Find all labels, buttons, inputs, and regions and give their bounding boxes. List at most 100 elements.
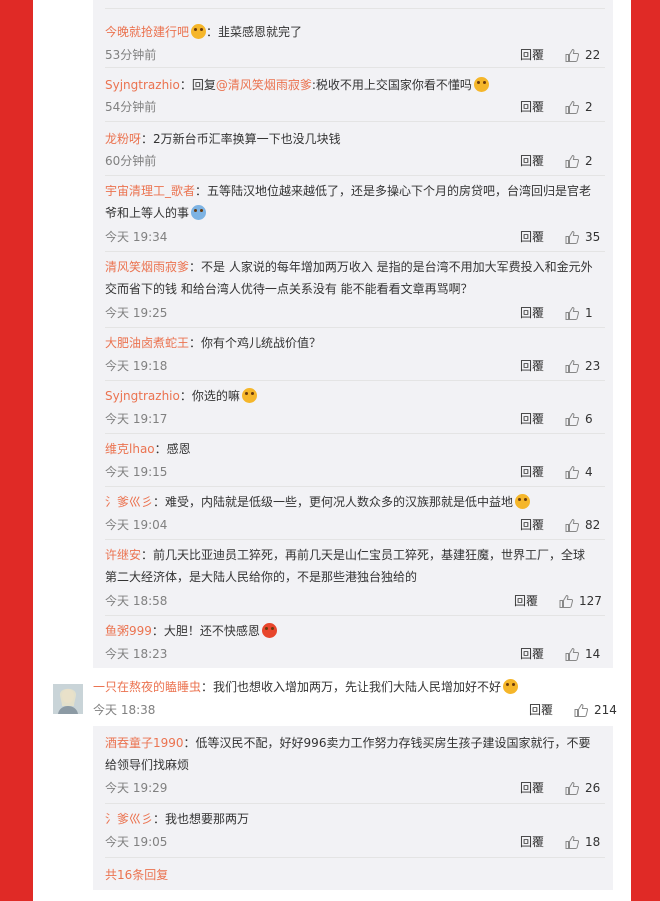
comment-username[interactable]: 一只在熬夜的瞌睡虫 <box>93 680 201 694</box>
reply-item: 清风笑烟雨寂爹：不是 人家说的每年增加两万收入 是指的是台湾不用加大军费投入和金… <box>105 251 605 328</box>
thumbs-up-icon <box>565 230 579 244</box>
reply-username[interactable]: 宇宙清理工_歌者 <box>105 184 195 198</box>
reply-username[interactable]: 大肥油卤煮蛇王 <box>105 336 189 350</box>
reply-item: Syjngtrazhio：回复@清风笑烟雨寂爹:税收不用上交国家你看不懂吗 54… <box>105 67 605 122</box>
reply-time: 今天 19:05 <box>105 835 168 849</box>
reply-username[interactable]: 氵爹巛彡 <box>105 812 153 826</box>
reply-time: 今天 19:18 <box>105 359 168 373</box>
reply-username[interactable]: 今晚就抢建行吧 <box>105 25 189 39</box>
reply-item: 许继安：前几天比亚迪员工猝死，再前几天是山仁宝员工猝死，基建狂魔，世界工厂，全球… <box>105 539 605 616</box>
reply-footer: 共16条回复 <box>105 857 605 890</box>
like-count: 26 <box>585 781 601 795</box>
thumbs-up-icon <box>565 781 579 795</box>
reply-item: 氵爹巛彡：我也想要那两万 今天 19:05 回覆 18 <box>105 803 605 857</box>
reply-time: 54分钟前 <box>105 100 157 114</box>
like-button[interactable]: 2 <box>565 97 593 117</box>
reply-item: 维克lhao：感恩 今天 19:15 回覆 4 <box>105 433 605 487</box>
like-button[interactable]: 2 <box>565 151 593 171</box>
reply-item: 氵爹巛彡：难受，内陆就是低级一些，更何况人数众多的汉族那就是低中益地 今天 19… <box>105 486 605 540</box>
reply-username[interactable]: 酒吞童子1990 <box>105 736 184 750</box>
reply-username[interactable]: 维克lhao <box>105 442 155 456</box>
reply-item: 宇宙清理工_歌者：五等陆汉地位越来越低了，还是多操心下个月的房贷吧，台湾回归是官… <box>105 175 605 252</box>
like-button[interactable]: 6 <box>565 409 593 429</box>
like-count: 82 <box>585 518 601 532</box>
reply-time: 今天 19:17 <box>105 412 168 426</box>
reply-button[interactable]: 回覆 <box>520 515 544 535</box>
like-button[interactable]: 82 <box>565 515 600 535</box>
comment-time: 今天 18:38 <box>93 703 156 717</box>
emoji-laugh-icon <box>191 24 207 39</box>
reply-username[interactable]: 许继安 <box>105 548 141 562</box>
like-button[interactable]: 22 <box>565 45 600 65</box>
reply-button[interactable]: 回覆 <box>520 356 544 376</box>
reply-item: 龙粉呀：2万新台币汇率换算一下也没几块钱 60分钟前 回覆 2 <box>105 121 605 176</box>
like-button[interactable]: 127 <box>559 591 602 611</box>
reply-text: ：难受，内陆就是低级一些，更何况人数众多的汉族那就是低中益地 <box>153 495 514 509</box>
reply-username[interactable]: 氵爹巛彡 <box>105 495 153 509</box>
reply-username[interactable]: Syjngtrazhio <box>105 389 180 403</box>
thumbs-up-icon <box>565 518 579 532</box>
reply-text: ：你有个鸡儿统战价值？ <box>189 336 322 350</box>
emoji-grin-icon <box>473 77 489 92</box>
like-count: 2 <box>585 154 593 168</box>
reply-text: ：2万新台币汇率换算一下也没几块钱 <box>141 132 341 146</box>
reply-time: 53分钟前 <box>105 48 157 62</box>
reply-button[interactable]: 回覆 <box>520 409 544 429</box>
like-button[interactable]: 14 <box>565 644 600 664</box>
like-count: 35 <box>585 230 601 244</box>
reply-button[interactable]: 回覆 <box>514 591 538 611</box>
reply-prefix: ：回复 <box>179 78 216 92</box>
reply-username[interactable]: 清风笑烟雨寂爹 <box>105 260 189 274</box>
reply-button[interactable]: 回覆 <box>520 151 544 171</box>
avatar[interactable] <box>53 684 83 714</box>
reply-item: 鱼粥999：大胆！还不快感恩 今天 18:23 回覆 14 <box>105 615 605 669</box>
reply-button[interactable]: 回覆 <box>520 97 544 117</box>
like-button[interactable]: 23 <box>565 356 600 376</box>
thumbs-up-icon <box>565 835 579 849</box>
reply-time: 今天 18:23 <box>105 647 168 661</box>
reply-button[interactable]: 回覆 <box>520 644 544 664</box>
reply-button[interactable]: 回覆 <box>520 778 544 798</box>
mention-link[interactable]: @清风笑烟雨寂爹 <box>216 78 312 92</box>
reply-time: 60分钟前 <box>105 154 157 168</box>
avatar-image <box>53 684 83 714</box>
reply-text: :税收不用上交国家你看不懂吗 <box>311 78 472 92</box>
reply-text: ：我也想要那两万 <box>153 812 250 826</box>
like-button[interactable]: 4 <box>565 462 593 482</box>
reply-text: ：你选的嘛 <box>179 389 240 403</box>
like-button[interactable]: 18 <box>565 832 600 852</box>
thumbs-up-icon <box>565 48 579 62</box>
like-button[interactable]: 35 <box>565 227 600 247</box>
like-count: 1 <box>585 306 593 320</box>
reply-button[interactable]: 回覆 <box>520 45 544 65</box>
view-all-replies-link[interactable]: 共16条回复 <box>105 866 168 883</box>
reply-item <box>93 0 613 7</box>
reply-username[interactable]: Syjngtrazhio <box>105 78 180 92</box>
reply-button[interactable]: 回覆 <box>520 832 544 852</box>
like-button[interactable]: 214 <box>574 700 617 720</box>
emoji-angry-icon <box>261 623 277 638</box>
like-button[interactable]: 1 <box>565 303 593 323</box>
reply-time: 今天 19:25 <box>105 306 168 320</box>
reply-time: 今天 19:29 <box>105 781 168 795</box>
reply-time: 今天 19:15 <box>105 465 168 479</box>
thumbs-up-icon <box>565 306 579 320</box>
thumbs-up-icon <box>565 412 579 426</box>
like-button[interactable]: 26 <box>565 778 600 798</box>
reply-time: 今天 18:58 <box>105 594 168 608</box>
thumbs-up-icon <box>565 465 579 479</box>
emoji-grin-icon <box>241 388 257 403</box>
like-count: 23 <box>585 359 601 373</box>
reply-username[interactable]: 龙粉呀 <box>105 132 141 146</box>
reply-button[interactable]: 回覆 <box>520 462 544 482</box>
reply-username[interactable]: 鱼粥999 <box>105 624 152 638</box>
like-count: 4 <box>585 465 593 479</box>
like-count: 127 <box>579 594 602 608</box>
like-count: 2 <box>585 100 593 114</box>
reply-button[interactable]: 回覆 <box>529 700 553 720</box>
like-count: 22 <box>585 48 601 62</box>
reply-button[interactable]: 回覆 <box>520 227 544 247</box>
thumbs-up-icon <box>574 703 588 717</box>
reply-text: ：韭菜感恩就完了 <box>206 25 303 39</box>
reply-button[interactable]: 回覆 <box>520 303 544 323</box>
